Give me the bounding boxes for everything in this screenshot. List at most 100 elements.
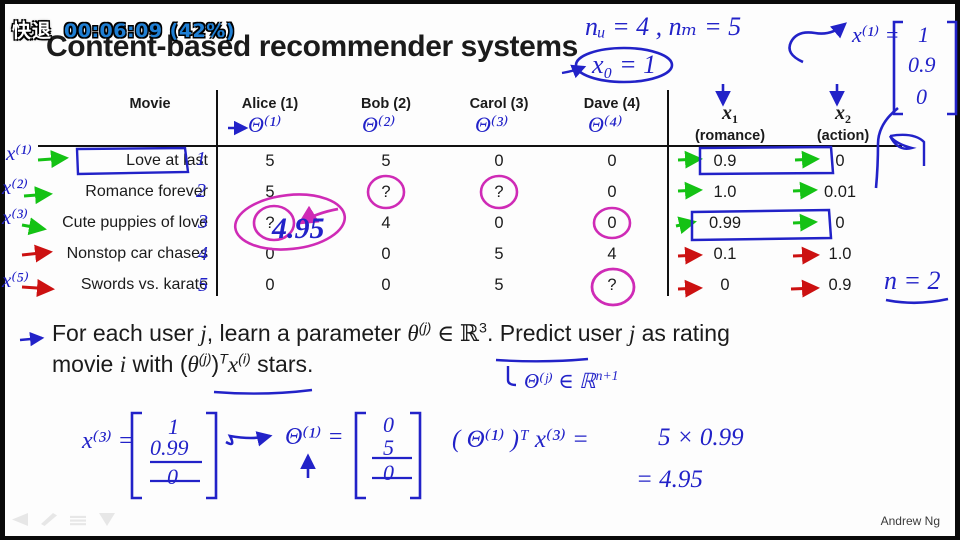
feature-1-symbol: x <box>722 102 732 124</box>
body-l1-part-a: For each user <box>52 320 201 346</box>
ink-text-x1-vector-e2: 0.9 <box>908 52 936 77</box>
ink-arrow-x3-to-theta1 <box>225 431 273 447</box>
body-line-2: movie i with (θ(j))Tx(i) stars. <box>52 349 932 380</box>
ink-theta-in-rn1-sup: n+1 <box>595 368 619 383</box>
feature-x2-r3: 0 <box>835 214 845 232</box>
ink-text-theta1-label: Θ⁽¹⁾ = <box>285 424 344 450</box>
rating-r1-bob: 5 <box>381 152 391 170</box>
feature-1-name: (romance) <box>694 127 766 144</box>
ink-text-theta-col-1: Θ⁽¹⁾ <box>248 112 282 137</box>
column-header-user-3: Carol (3) <box>469 96 529 112</box>
back-arrow-icon[interactable] <box>12 513 28 526</box>
player-osd: 快退 00:06:09 (42%) <box>12 16 235 43</box>
ink-text-product-rhs1: 5 × 0.99 <box>658 424 744 451</box>
feature-2-subscript: 2 <box>845 111 851 126</box>
ink-text-row-x-label-3: x⁽³⁾ <box>2 205 28 229</box>
column-header-user-1: Alice (1) <box>241 96 299 112</box>
ink-text-row-index-2: 2 <box>196 180 206 202</box>
rating-r2-carol: ? <box>494 183 504 201</box>
feature-x1-r4: 0.1 <box>713 245 737 263</box>
body-l2-part-a: movie <box>52 351 120 378</box>
rating-r4-dave: 4 <box>607 245 617 263</box>
letterbox-bottom <box>0 536 960 540</box>
down-arrow-icon[interactable] <box>99 513 115 526</box>
feature-x2-r1: 0 <box>835 152 845 170</box>
body-l2-x-sup: (i) <box>238 351 251 368</box>
column-header-user-4: Dave (4) <box>583 96 641 112</box>
ink-text-theta-col-3: Θ⁽³⁾ <box>475 112 509 137</box>
rating-r5-dave: ? <box>607 276 617 294</box>
rating-r1-dave: 0 <box>607 152 617 170</box>
rating-r3-carol: 0 <box>494 214 504 232</box>
body-l1-part-b: , learn a parameter <box>206 320 408 346</box>
ink-text-theta1-e3: 0 <box>383 460 394 485</box>
rating-r3-dave: 0 <box>607 214 617 232</box>
ink-bracket-left-theta1 <box>354 411 366 500</box>
rating-r2-alice: 5 <box>265 183 275 201</box>
ink-arrow-to-x0 <box>561 64 587 79</box>
ink-text-row-x-label-1: x⁽¹⁾ <box>6 141 32 165</box>
body-l1-dim: 3 <box>479 320 487 337</box>
ink-text-x3-e3: 0 <box>167 464 178 489</box>
table-header-rule <box>38 145 902 147</box>
slide-toolbar[interactable] <box>12 513 115 526</box>
ink-text-row-x-label-2: x⁽²⁾ <box>2 175 28 199</box>
movie-name-5: Swords vs. karate <box>80 276 208 293</box>
ink-text-prediction-value: 4.95 <box>272 212 325 245</box>
movie-name-4: Nonstop car chases <box>66 245 208 262</box>
ink-arrow-body <box>19 331 45 347</box>
feature-x1-r5: 0 <box>720 276 730 294</box>
ink-text-n-equals: n = 2 <box>884 266 941 295</box>
ink-underline-product <box>213 388 313 395</box>
feature-2-name: (action) <box>816 127 870 144</box>
ink-arrow-to-x1-vector <box>788 22 847 64</box>
ink-text-x0: x₀ = 1 <box>592 50 657 79</box>
column-header-feature-x1: x1 (romance) <box>665 102 795 144</box>
ink-text-x3-label: x⁽³⁾ = <box>82 428 134 454</box>
body-l2-theta: θ <box>187 352 199 378</box>
rating-r1-alice: 5 <box>265 152 275 170</box>
ink-theta-in-rn1-base: Θ⁽ʲ⁾ ∈ ℝ <box>524 369 596 393</box>
rating-r4-carol: 5 <box>494 245 504 263</box>
ink-text-row-x-label-5: x⁽⁵⁾ <box>2 268 29 292</box>
ink-text-row-index-5: 5 <box>198 274 208 296</box>
pen-icon[interactable] <box>41 513 57 526</box>
column-header-movie: Movie <box>129 96 171 112</box>
body-l2-paren: ) <box>211 351 220 378</box>
column-header-feature-x2: x2 (action) <box>778 102 908 144</box>
rating-r3-bob: 4 <box>381 214 391 232</box>
feature-x1-r1: 0.9 <box>713 152 737 170</box>
ink-text-product-rhs2: = 4.95 <box>636 466 703 493</box>
rating-r5-carol: 5 <box>494 276 504 294</box>
feature-x2-r5: 0.9 <box>828 276 852 294</box>
ink-text-x3-e2: 0.99 <box>150 435 189 460</box>
movie-name-2: Romance forever <box>85 183 208 200</box>
movie-name-1: Love at last <box>126 152 208 169</box>
body-l2-part-b: with ( <box>126 351 188 378</box>
ink-text-theta-col-4: Θ⁽⁴⁾ <box>588 112 623 137</box>
ink-text-x1-vector-label: x⁽¹⁾ = <box>852 22 900 47</box>
rating-r2-bob: ? <box>381 183 391 201</box>
menu-icon[interactable] <box>70 515 86 526</box>
body-l1-part-c: . Predict user <box>486 320 629 346</box>
rewind-status-label: 快退 <box>12 20 53 42</box>
ink-bracket-right-theta1 <box>410 411 422 500</box>
feature-x2-r4: 1.0 <box>828 245 852 263</box>
ink-text-theta-col-2: Θ⁽²⁾ <box>362 112 396 137</box>
body-paragraph: For each user j, learn a parameter θ(j) … <box>52 318 932 381</box>
ink-text-x1-vector-e3: 0 <box>916 84 927 109</box>
rating-r5-alice: 0 <box>265 276 275 294</box>
rating-r5-bob: 0 <box>381 276 391 294</box>
ink-text-theta-in-rn1: Θ⁽ʲ⁾ ∈ ℝn+1 <box>524 368 618 394</box>
ink-bracket-right-x3 <box>206 411 218 500</box>
ink-text-theta1-e2: 5 <box>383 435 394 460</box>
column-header-user-2: Bob (2) <box>361 96 411 112</box>
letterbox-top <box>0 0 960 4</box>
rating-r2-dave: 0 <box>607 183 617 201</box>
letterbox-right <box>955 0 960 540</box>
body-l1-part-d: as rating <box>635 320 730 346</box>
body-line-1: For each user j, learn a parameter θ(j) … <box>52 318 932 349</box>
body-l1-theta-sup: (j) <box>418 320 432 337</box>
ink-text-x1-vector-e1: 1 <box>918 22 929 47</box>
ink-text-row-index-1: 1 <box>196 148 206 170</box>
